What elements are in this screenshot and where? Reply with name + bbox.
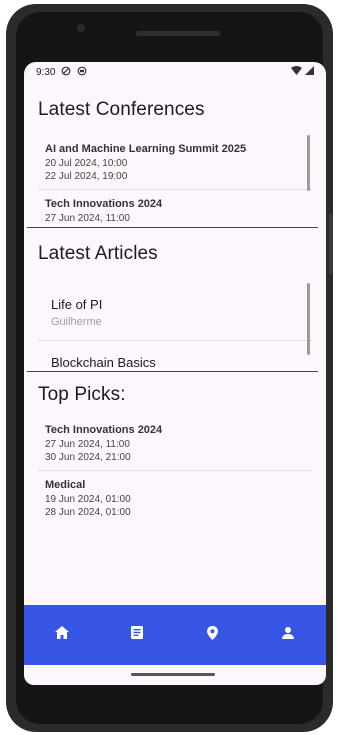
articles-section-title: Latest Articles — [38, 243, 158, 264]
home-icon — [54, 626, 69, 644]
top-picks-list[interactable]: Tech Innovations 2024 27 Jun 2024, 11:00… — [24, 416, 326, 525]
articles-list[interactable]: Life of PI Guilherme Blockchain Basics — [24, 283, 326, 371]
conference-start: 27 Jun 2024, 11:00 — [45, 213, 130, 224]
articles-scrollbar[interactable] — [307, 283, 310, 355]
home-indicator[interactable] — [131, 673, 215, 676]
status-time: 9:30 — [36, 66, 56, 78]
nav-location[interactable] — [193, 615, 233, 655]
conference-title: AI and Machine Learning Summit 2025 — [45, 143, 247, 155]
top-picks-section-title: Top Picks: — [38, 384, 126, 405]
conferences-scrollbar[interactable] — [307, 135, 310, 191]
top-pick-title: Tech Innovations 2024 — [45, 424, 163, 436]
wifi-icon — [291, 66, 302, 78]
top-pick-card[interactable]: Medical 19 Jun 2024, 01:00 28 Jun 2024, … — [24, 471, 326, 525]
article-title: Life of PI — [51, 297, 103, 312]
front-camera — [77, 24, 85, 32]
do-not-disturb-icon — [61, 66, 71, 79]
article-icon — [131, 626, 144, 644]
conference-end: 22 Jul 2024, 19:00 — [45, 171, 128, 182]
article-title: Blockchain Basics — [51, 355, 156, 370]
conferences-section-title: Latest Conferences — [38, 99, 205, 120]
location-pin-icon — [207, 625, 219, 645]
conference-card[interactable]: Tech Innovations 2024 27 Jun 2024, 11:00 — [24, 190, 326, 227]
article-card[interactable]: Blockchain Basics — [24, 341, 326, 371]
section-divider — [27, 371, 318, 372]
app-screen: 9:30 Latest Conferences AI and Machine L… — [24, 62, 326, 685]
top-pick-title: Medical — [45, 479, 86, 491]
nav-profile[interactable] — [268, 615, 308, 655]
conference-start: 20 Jul 2024, 10:00 — [45, 158, 128, 169]
earpiece-speaker — [136, 31, 220, 36]
conference-card[interactable]: AI and Machine Learning Summit 2025 20 J… — [24, 135, 326, 189]
conferences-list[interactable]: AI and Machine Learning Summit 2025 20 J… — [24, 135, 326, 227]
top-pick-start: 27 Jun 2024, 11:00 — [45, 439, 130, 450]
person-icon — [282, 626, 295, 644]
status-bar: 9:30 — [24, 62, 326, 82]
top-pick-card[interactable]: Tech Innovations 2024 27 Jun 2024, 11:00… — [24, 416, 326, 470]
article-card[interactable]: Life of PI Guilherme — [24, 283, 326, 340]
top-pick-end: 28 Jun 2024, 01:00 — [45, 507, 131, 518]
top-pick-start: 19 Jun 2024, 01:00 — [45, 494, 131, 505]
side-button — [329, 214, 333, 274]
top-pick-end: 30 Jun 2024, 21:00 — [45, 452, 131, 463]
nav-articles[interactable] — [117, 615, 157, 655]
sync-icon — [77, 66, 87, 79]
bottom-navigation-bar — [24, 605, 326, 665]
conference-title: Tech Innovations 2024 — [45, 198, 163, 210]
section-divider — [27, 227, 318, 228]
signal-icon — [305, 66, 314, 78]
nav-home[interactable] — [42, 615, 82, 655]
article-author: Guilherme — [51, 316, 102, 328]
